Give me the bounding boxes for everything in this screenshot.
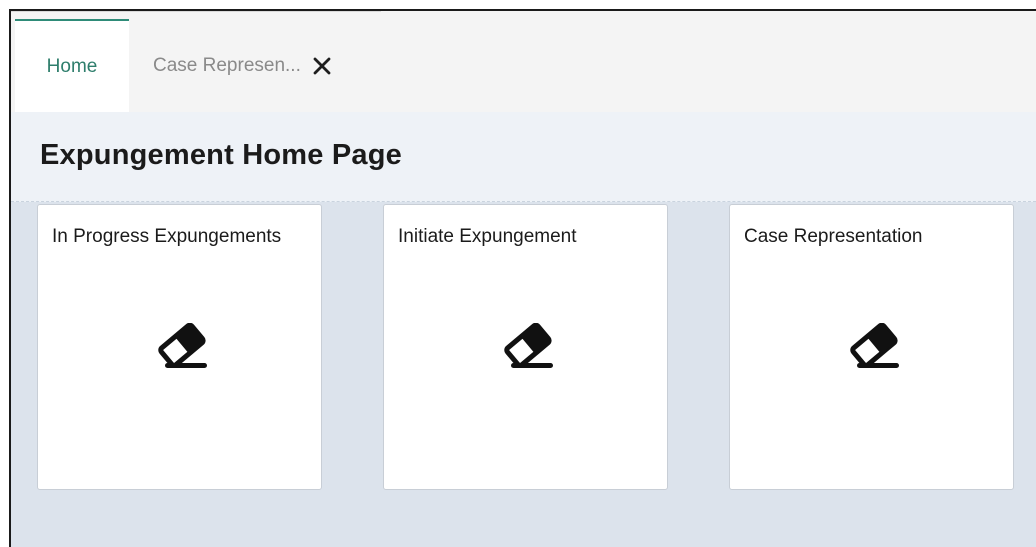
page-header: Expungement Home Page [11, 112, 1036, 202]
card-case-representation[interactable]: Case Representation [729, 204, 1014, 490]
card-title: In Progress Expungements [52, 226, 282, 247]
tab-case-representation[interactable]: Case Represen... [153, 19, 381, 112]
close-icon[interactable] [311, 55, 333, 77]
tab-home-label: Home [46, 55, 98, 77]
eraser-icon [151, 322, 213, 375]
card-title: Initiate Expungement [398, 226, 577, 247]
tab-home[interactable]: Home [15, 19, 129, 112]
page-title: Expungement Home Page [40, 139, 402, 171]
eraser-icon [843, 322, 905, 375]
card-initiate-expungement[interactable]: Initiate Expungement [383, 204, 668, 490]
tab-bar-divider [11, 11, 381, 12]
app-frame: Home Case Represen... Expungement Home P… [9, 9, 1036, 547]
card-in-progress-expungements[interactable]: In Progress Expungements [37, 204, 322, 490]
card-title: Case Representation [744, 226, 923, 247]
eraser-icon [497, 322, 559, 375]
tab-case-representation-label: Case Represen... [153, 54, 301, 76]
tab-bar: Home Case Represen... [11, 11, 1036, 112]
